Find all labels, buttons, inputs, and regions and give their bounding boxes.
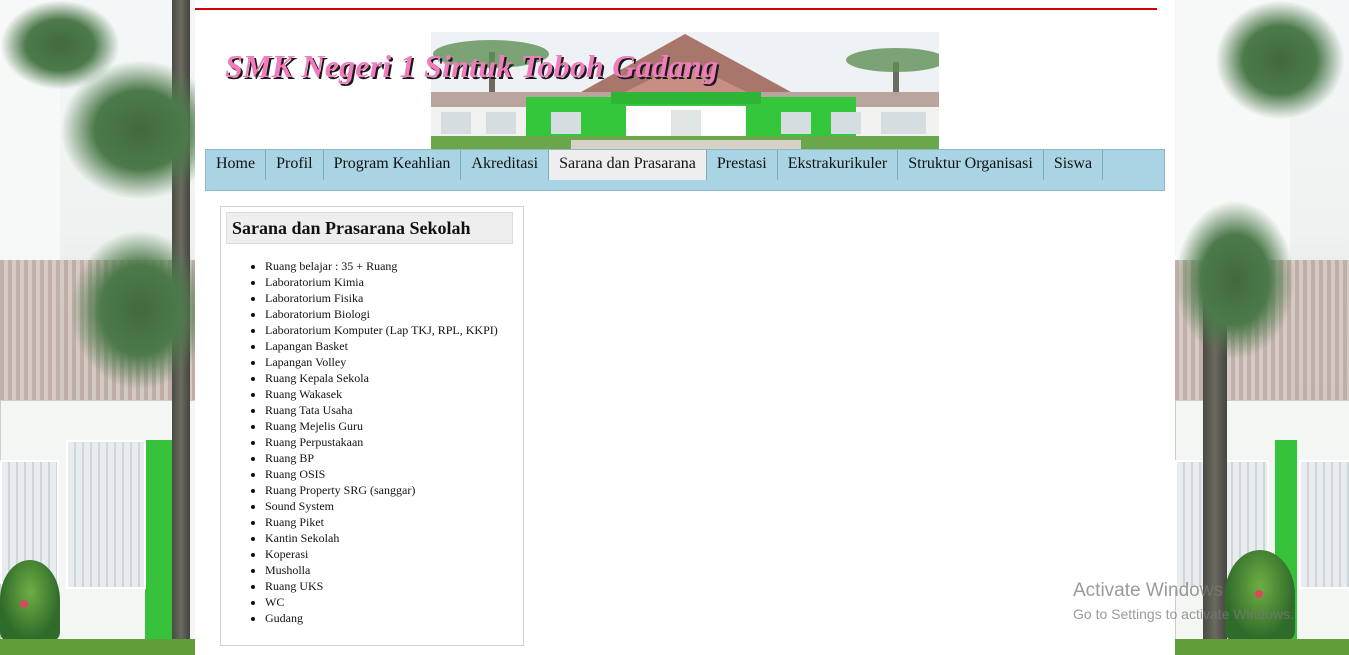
list-item: Koperasi [265,546,498,562]
list-item: Kantin Sekolah [265,530,498,546]
page-container: SMK Negeri 1 Sintuk Toboh Gadang Home Pr… [195,0,1175,655]
list-item: WC [265,594,498,610]
nav-item-program-keahlian[interactable]: Program Keahlian [324,150,462,180]
list-item: Sound System [265,498,498,514]
list-item: Ruang Piket [265,514,498,530]
background-photo-left [0,0,195,655]
list-item: Gudang [265,610,498,626]
facilities-panel: Sarana dan Prasarana Sekolah Ruang belaj… [220,206,524,646]
list-item: Lapangan Basket [265,338,498,354]
list-item: Ruang Tata Usaha [265,402,498,418]
list-item: Ruang BP [265,450,498,466]
list-item: Laboratorium Fisika [265,290,498,306]
list-item: Ruang OSIS [265,466,498,482]
list-item: Ruang Property SRG (sanggar) [265,482,498,498]
list-item: Ruang Perpustakaan [265,434,498,450]
background-photo-right [1175,0,1349,655]
nav-item-akreditasi[interactable]: Akreditasi [461,150,550,180]
watermark-title: Activate Windows [1073,580,1223,601]
list-item: Ruang Kepala Sekola [265,370,498,386]
activate-windows-watermark: Activate Windows Go to Settings to activ… [1073,580,1294,624]
list-item: Laboratorium Komputer (Lap TKJ, RPL, KKP… [265,322,498,338]
list-item: Ruang UKS [265,578,498,594]
nav-item-sarana-dan-prasarana[interactable]: Sarana dan Prasarana [549,150,707,180]
main-navigation: Home Profil Program Keahlian Akreditasi … [205,149,1165,191]
list-item: Ruang Mejelis Guru [265,418,498,434]
list-item: Ruang Wakasek [265,386,498,402]
list-item: Laboratorium Kimia [265,274,498,290]
facilities-list: Ruang belajar : 35 + Ruang Laboratorium … [225,258,498,626]
nav-item-home[interactable]: Home [206,150,267,180]
watermark-subtitle: Go to Settings to activate Windows. [1073,606,1294,622]
list-item: Ruang belajar : 35 + Ruang [265,258,498,274]
nav-item-siswa[interactable]: Siswa [1044,150,1104,180]
nav-item-prestasi[interactable]: Prestasi [707,150,778,180]
facilities-heading: Sarana dan Prasarana Sekolah [226,212,513,244]
list-item: Laboratorium Biologi [265,306,498,322]
list-item: Lapangan Volley [265,354,498,370]
site-header: SMK Negeri 1 Sintuk Toboh Gadang [195,10,1175,150]
nav-item-profil[interactable]: Profil [266,150,324,180]
list-item: Musholla [265,562,498,578]
site-title: SMK Negeri 1 Sintuk Toboh Gadang [225,48,719,84]
nav-item-struktur-organisasi[interactable]: Struktur Organisasi [898,150,1044,180]
nav-item-ekstrakurikuler[interactable]: Ekstrakurikuler [778,150,899,180]
